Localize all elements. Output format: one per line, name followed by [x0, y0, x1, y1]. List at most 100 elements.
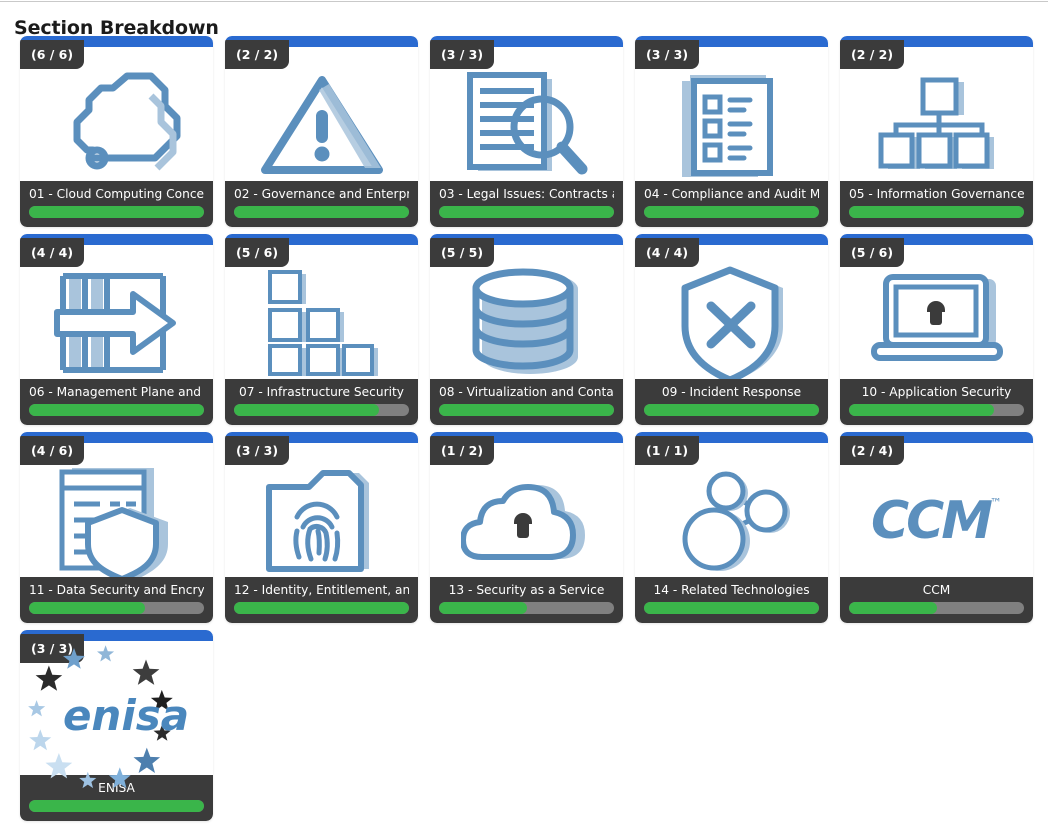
card-footer: 12 - Identity, Entitlement, and Ac... [225, 577, 418, 623]
card-artwork [430, 47, 623, 202]
card-title-label: 09 - Incident Response [661, 385, 802, 399]
ccm-logo-text: CCM [870, 490, 993, 551]
enisa-star [150, 689, 173, 711]
card-title-label: 11 - Data Security and Encryption [29, 583, 204, 597]
card-footer: 10 - Application Security [840, 379, 1033, 425]
progress-bar-fill [439, 602, 527, 614]
card-footer: 07 - Infrastructure Security [225, 379, 418, 425]
card-artwork [840, 245, 1033, 400]
checklist-documents-icon [672, 69, 792, 181]
document-magnifier-icon [464, 69, 590, 181]
card-artwork [430, 245, 623, 400]
progress-count-badge: (3 / 3) [20, 634, 85, 663]
card-artwork [20, 245, 213, 400]
progress-bar-fill [644, 404, 819, 416]
card-title-label: 13 - Security as a Service [448, 583, 605, 597]
section-card[interactable]: (3 / 3) 04 - Compliance and Audit Mana... [635, 36, 828, 227]
section-card[interactable]: (6 / 6) 01 - Cloud Computing Concepts a..… [20, 36, 213, 227]
section-card[interactable]: (4 / 4) 06 - Management Plane and Busi... [20, 234, 213, 425]
section-card[interactable]: (5 / 6) 10 - Application Security [840, 234, 1033, 425]
shield-x-icon [675, 264, 789, 382]
card-artwork [225, 443, 418, 598]
progress-count-badge: (5 / 6) [225, 238, 290, 267]
card-artwork [225, 47, 418, 202]
progress-count-badge: (4 / 4) [20, 238, 85, 267]
card-artwork [635, 245, 828, 400]
network-nodes-icon [672, 465, 792, 577]
progress-bar-track [439, 404, 614, 416]
progress-bar-fill [234, 404, 380, 416]
card-artwork [840, 47, 1033, 202]
card-footer: 14 - Related Technologies [635, 577, 828, 623]
enisa-logo: enisa [27, 645, 189, 789]
progress-bar-fill [849, 602, 937, 614]
progress-bar-track [29, 206, 204, 218]
card-artwork [635, 47, 828, 202]
progress-bar-track [849, 404, 1024, 416]
warning-triangle-icon [257, 70, 387, 180]
progress-count-badge: (3 / 3) [635, 40, 700, 69]
progress-bar-fill [29, 206, 204, 218]
progress-bar-track [849, 602, 1024, 614]
section-card[interactable]: (5 / 5) 08 - Virtualization and Container… [430, 234, 623, 425]
card-title-label: 04 - Compliance and Audit Mana... [644, 187, 819, 201]
progress-count-badge: (2 / 2) [840, 40, 905, 69]
section-card[interactable]: (3 / 3) 03 - Legal Issues: Contracts and … [430, 36, 623, 227]
enisa-star [35, 665, 62, 691]
progress-bar-track [644, 206, 819, 218]
card-footer: CCM [840, 577, 1033, 623]
ccm-logo: CCM ™ [871, 495, 1002, 547]
card-artwork [225, 245, 418, 400]
card-artwork [20, 47, 213, 202]
section-card[interactable]: (4 / 6) 11 - Data Security and Encryption [20, 432, 213, 623]
card-artwork [20, 443, 213, 598]
card-footer: 01 - Cloud Computing Concepts a... [20, 181, 213, 227]
enisa-star [133, 747, 160, 773]
progress-count-badge: (3 / 3) [225, 436, 290, 465]
progress-bar-fill [29, 404, 204, 416]
progress-bar-track [439, 206, 614, 218]
progress-bar-track [29, 404, 204, 416]
section-card[interactable]: (4 / 4) 09 - Incident Response [635, 234, 828, 425]
section-card[interactable]: (1 / 2) 13 - Security as a Service [430, 432, 623, 623]
card-footer: 08 - Virtualization and Containers [430, 379, 623, 425]
card-artwork: enisa [20, 641, 213, 796]
card-title-label: 10 - Application Security [861, 385, 1012, 399]
progress-bar-track [29, 602, 204, 614]
progress-bar-fill [644, 602, 819, 614]
progress-bar-track [29, 800, 204, 812]
progress-count-badge: (4 / 4) [635, 238, 700, 267]
card-artwork [430, 443, 623, 598]
card-footer: 02 - Governance and Enterprise ... [225, 181, 418, 227]
section-card[interactable]: (1 / 1) 14 - Related Technologies [635, 432, 828, 623]
card-footer: ENISA [20, 775, 213, 821]
section-card[interactable]: (5 / 6) 07 - Infrastructure Security [225, 234, 418, 425]
document-shield-icon [54, 464, 180, 578]
progress-bar-fill [29, 800, 204, 812]
progress-count-badge: (5 / 6) [840, 238, 905, 267]
card-title-label: 03 - Legal Issues: Contracts and ... [439, 187, 614, 201]
progress-count-badge: (4 / 6) [20, 436, 85, 465]
top-divider [0, 1, 1048, 2]
progress-bar-track [644, 602, 819, 614]
card-artwork: CCM ™ [840, 443, 1033, 598]
progress-bar-track [849, 206, 1024, 218]
card-footer: 06 - Management Plane and Busi... [20, 379, 213, 425]
progress-bar-fill [439, 404, 614, 416]
progress-count-badge: (2 / 4) [840, 436, 905, 465]
section-card-grid: (6 / 6) 01 - Cloud Computing Concepts a..… [20, 36, 1040, 821]
card-title-label: 14 - Related Technologies [653, 583, 810, 597]
progress-count-badge: (3 / 3) [430, 40, 495, 69]
cloud-icon [47, 70, 187, 180]
section-card[interactable]: (3 / 3) enisa ENISA [20, 630, 213, 821]
laptop-lock-icon [870, 271, 1004, 375]
section-card[interactable]: (3 / 3) 12 - Identity, Entitlement, and A… [225, 432, 418, 623]
arrow-through-plane-icon [51, 268, 183, 378]
progress-bar-fill [644, 206, 819, 218]
section-card[interactable]: (2 / 2) 02 - Governance and Enterprise ..… [225, 36, 418, 227]
progress-count-badge: (1 / 1) [635, 436, 700, 465]
folder-fingerprint-icon [261, 465, 383, 577]
section-card[interactable]: (2 / 4) CCM ™ CCM [840, 432, 1033, 623]
section-card[interactable]: (2 / 2) 05 - Information Governance [840, 36, 1033, 227]
enisa-wordmark: enisa [62, 691, 188, 740]
